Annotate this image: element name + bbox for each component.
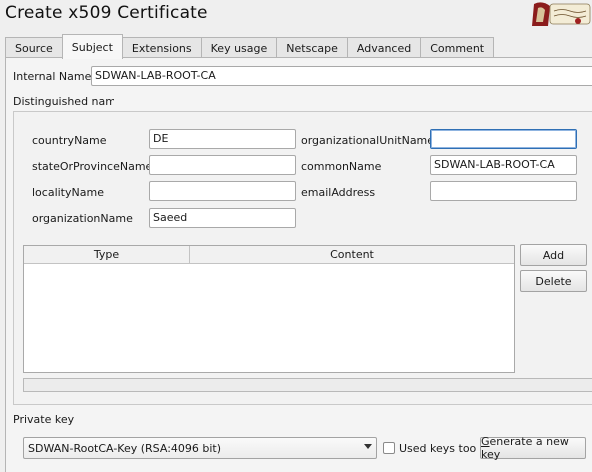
organization-name-input[interactable]: Saeed: [149, 208, 296, 228]
window-title: Create x509 Certificate: [5, 3, 208, 23]
country-name-label: countryName: [32, 134, 107, 147]
private-key-selected-value: SDWAN-RootCA-Key (RSA:4096 bit): [28, 441, 222, 455]
email-address-label: emailAddress: [301, 186, 376, 199]
email-address-input[interactable]: [430, 181, 577, 201]
dn-table-header: Type Content: [24, 246, 514, 264]
tab-advanced[interactable]: Advanced: [346, 37, 422, 59]
generate-new-key-label: Generate a new key: [481, 435, 569, 461]
delete-button[interactable]: Delete: [520, 270, 587, 292]
used-keys-checkbox[interactable]: [383, 442, 395, 454]
generate-new-key-button[interactable]: Generate a new key: [480, 435, 586, 461]
add-button[interactable]: Add: [520, 244, 587, 266]
private-key-heading: Private key: [13, 413, 75, 426]
org-unit-name-input[interactable]: [430, 129, 577, 149]
column-header-content[interactable]: Content: [190, 246, 514, 263]
used-keys-label: Used keys too: [399, 442, 477, 455]
state-province-input[interactable]: [149, 155, 296, 175]
tab-comment[interactable]: Comment: [420, 37, 495, 59]
tab-bar: Source Subject Extensions Key usage Nets…: [5, 34, 495, 59]
country-name-input[interactable]: DE: [149, 129, 296, 149]
state-province-label: stateOrProvinceName: [32, 160, 153, 173]
tab-extensions[interactable]: Extensions: [121, 37, 202, 59]
common-name-label: commonName: [301, 160, 382, 173]
dropdown-arrow-icon: [364, 444, 372, 449]
tab-key-usage[interactable]: Key usage: [200, 37, 278, 59]
xca-logo-icon: [532, 2, 591, 27]
internal-name-input[interactable]: SDWAN-LAB-ROOT-CA: [91, 66, 592, 86]
tab-source[interactable]: Source: [5, 37, 63, 59]
tab-subject[interactable]: Subject: [61, 34, 123, 59]
distinguished-name-heading: Distinguished name: [13, 95, 114, 108]
create-certificate-window: Create x509 Certificate Source Subject E…: [0, 0, 592, 472]
internal-name-label: Internal Name: [13, 70, 92, 83]
private-key-select[interactable]: SDWAN-RootCA-Key (RSA:4096 bit): [23, 437, 377, 459]
locality-name-label: localityName: [32, 186, 104, 199]
locality-name-input[interactable]: [149, 181, 296, 201]
horizontal-scrollbar[interactable]: [23, 378, 592, 392]
org-unit-name-label: organizationalUnitName: [301, 134, 435, 147]
common-name-input[interactable]: SDWAN-LAB-ROOT-CA: [430, 155, 577, 175]
organization-name-label: organizationName: [32, 212, 133, 225]
dn-entries-table[interactable]: Type Content: [23, 245, 515, 373]
column-header-type[interactable]: Type: [24, 246, 190, 263]
tab-netscape[interactable]: Netscape: [276, 37, 348, 59]
